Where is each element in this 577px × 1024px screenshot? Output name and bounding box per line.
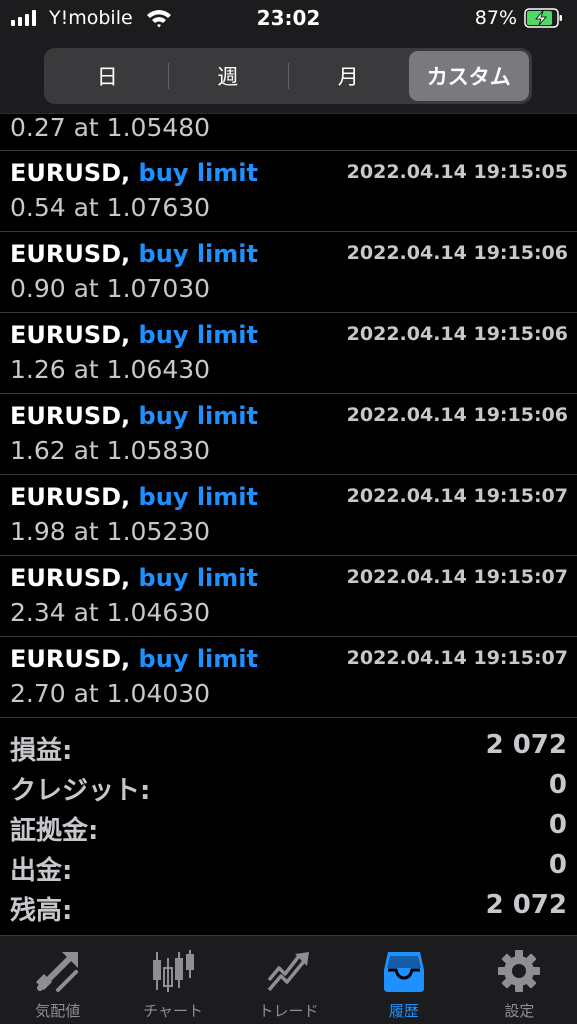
history-order-list: 0.27 at 1.05480 EURUSD, buy limit 2022.0… bbox=[0, 115, 577, 718]
order-row[interactable]: EURUSD, buy limit 2022.04.14 19:15:06 1.… bbox=[0, 394, 577, 475]
summary-value: 0 bbox=[548, 850, 567, 880]
tab-quotes[interactable]: 気配値 bbox=[0, 936, 115, 1024]
summary-label: 出金: bbox=[10, 856, 73, 886]
order-timestamp: 2022.04.14 19:15:07 bbox=[346, 566, 568, 588]
trade-icon bbox=[267, 952, 309, 992]
summary-label: 損益: bbox=[10, 736, 73, 766]
order-volume-price: 1.98 at 1.05230 bbox=[10, 517, 211, 546]
order-timestamp: 2022.04.14 19:15:06 bbox=[346, 242, 568, 264]
order-type: buy limit bbox=[138, 564, 258, 592]
history-icon bbox=[383, 952, 424, 992]
order-type: buy limit bbox=[138, 645, 258, 673]
order-volume-price: 0.54 at 1.07630 bbox=[10, 193, 211, 222]
tab-label: チャート bbox=[143, 1002, 204, 1020]
order-volume-price: 0.90 at 1.07030 bbox=[10, 274, 211, 303]
order-symbol: EURUSD, bbox=[10, 321, 131, 349]
order-type: buy limit bbox=[138, 402, 258, 430]
summary-profit: 損益: 2 072 bbox=[0, 727, 577, 767]
order-timestamp: 2022.04.14 19:15:06 bbox=[346, 404, 568, 426]
order-type: buy limit bbox=[138, 240, 258, 268]
bottom-tab-bar: 気配値 チャート トレード 履歴 設定 bbox=[0, 935, 577, 1024]
summary-value: 2 072 bbox=[485, 890, 567, 920]
tab-settings[interactable]: 設定 bbox=[462, 936, 577, 1024]
settings-icon bbox=[498, 950, 541, 992]
order-volume-price: 1.26 at 1.06430 bbox=[10, 355, 211, 384]
summary-value: 0 bbox=[548, 770, 567, 800]
order-symbol: EURUSD, bbox=[10, 564, 131, 592]
chart-icon bbox=[153, 950, 195, 992]
order-symbol: EURUSD, bbox=[10, 240, 131, 268]
order-symbol: EURUSD, bbox=[10, 159, 131, 187]
order-volume-price: 1.62 at 1.05830 bbox=[10, 436, 211, 465]
order-volume-price: 2.70 at 1.04030 bbox=[10, 679, 211, 708]
segment-day[interactable]: 日 bbox=[47, 51, 168, 101]
order-volume-price: 2.34 at 1.04630 bbox=[10, 598, 211, 627]
order-type: buy limit bbox=[138, 159, 258, 187]
tab-label: 気配値 bbox=[35, 1002, 81, 1020]
segment-custom[interactable]: カスタム bbox=[408, 51, 529, 101]
tab-trade[interactable]: トレード bbox=[231, 936, 346, 1024]
order-type: buy limit bbox=[138, 321, 258, 349]
battery-percentage: 87% bbox=[474, 7, 517, 29]
battery-charging-icon bbox=[524, 8, 562, 28]
order-symbol: EURUSD, bbox=[10, 645, 131, 673]
order-symbol: EURUSD, bbox=[10, 402, 131, 430]
summary-credit: クレジット: 0 bbox=[0, 767, 577, 807]
summary-label: 残高: bbox=[10, 896, 73, 926]
list-item-partial[interactable]: 0.27 at 1.05480 bbox=[0, 115, 577, 151]
order-type: buy limit bbox=[138, 483, 258, 511]
period-header: 日 週 月 カスタム bbox=[0, 38, 577, 114]
tab-history[interactable]: 履歴 bbox=[346, 936, 461, 1024]
summary-label: クレジット: bbox=[10, 776, 151, 806]
order-timestamp: 2022.04.14 19:15:05 bbox=[346, 161, 568, 183]
order-timestamp: 2022.04.14 19:15:06 bbox=[346, 323, 568, 345]
tab-label: トレード bbox=[258, 1002, 319, 1020]
segment-week[interactable]: 週 bbox=[167, 51, 289, 101]
tab-label: 設定 bbox=[504, 1002, 535, 1020]
order-row[interactable]: EURUSD, buy limit 2022.04.14 19:15:06 0.… bbox=[0, 232, 577, 313]
order-row[interactable]: EURUSD, buy limit 2022.04.14 19:15:05 0.… bbox=[0, 151, 577, 232]
segment-month[interactable]: 月 bbox=[288, 51, 409, 101]
summary-label: 証拠金: bbox=[10, 816, 99, 846]
order-timestamp: 2022.04.14 19:15:07 bbox=[346, 485, 568, 507]
order-timestamp: 2022.04.14 19:15:07 bbox=[346, 647, 568, 669]
summary-deposit: 証拠金: 0 bbox=[0, 807, 577, 847]
summary-value: 2 072 bbox=[485, 730, 567, 760]
quotes-icon bbox=[35, 952, 78, 992]
period-segmented-control: 日 週 月 カスタム bbox=[44, 48, 532, 104]
tab-label: 履歴 bbox=[388, 1002, 419, 1020]
order-row[interactable]: EURUSD, buy limit 2022.04.14 19:15:07 2.… bbox=[0, 637, 577, 718]
order-symbol: EURUSD, bbox=[10, 483, 131, 511]
summary-balance: 残高: 2 072 bbox=[0, 887, 577, 927]
order-volume-price: 0.27 at 1.05480 bbox=[10, 115, 211, 142]
order-row[interactable]: EURUSD, buy limit 2022.04.14 19:15:07 2.… bbox=[0, 556, 577, 637]
summary-withdrawal: 出金: 0 bbox=[0, 847, 577, 887]
status-bar: Y!mobile 23:02 87% bbox=[0, 0, 577, 38]
order-row[interactable]: EURUSD, buy limit 2022.04.14 19:15:07 1.… bbox=[0, 475, 577, 556]
tab-chart[interactable]: チャート bbox=[115, 936, 230, 1024]
summary-value: 0 bbox=[548, 810, 567, 840]
account-summary: 損益: 2 072 クレジット: 0 証拠金: 0 出金: 0 残高: 2 07… bbox=[0, 727, 577, 927]
order-row[interactable]: EURUSD, buy limit 2022.04.14 19:15:06 1.… bbox=[0, 313, 577, 394]
